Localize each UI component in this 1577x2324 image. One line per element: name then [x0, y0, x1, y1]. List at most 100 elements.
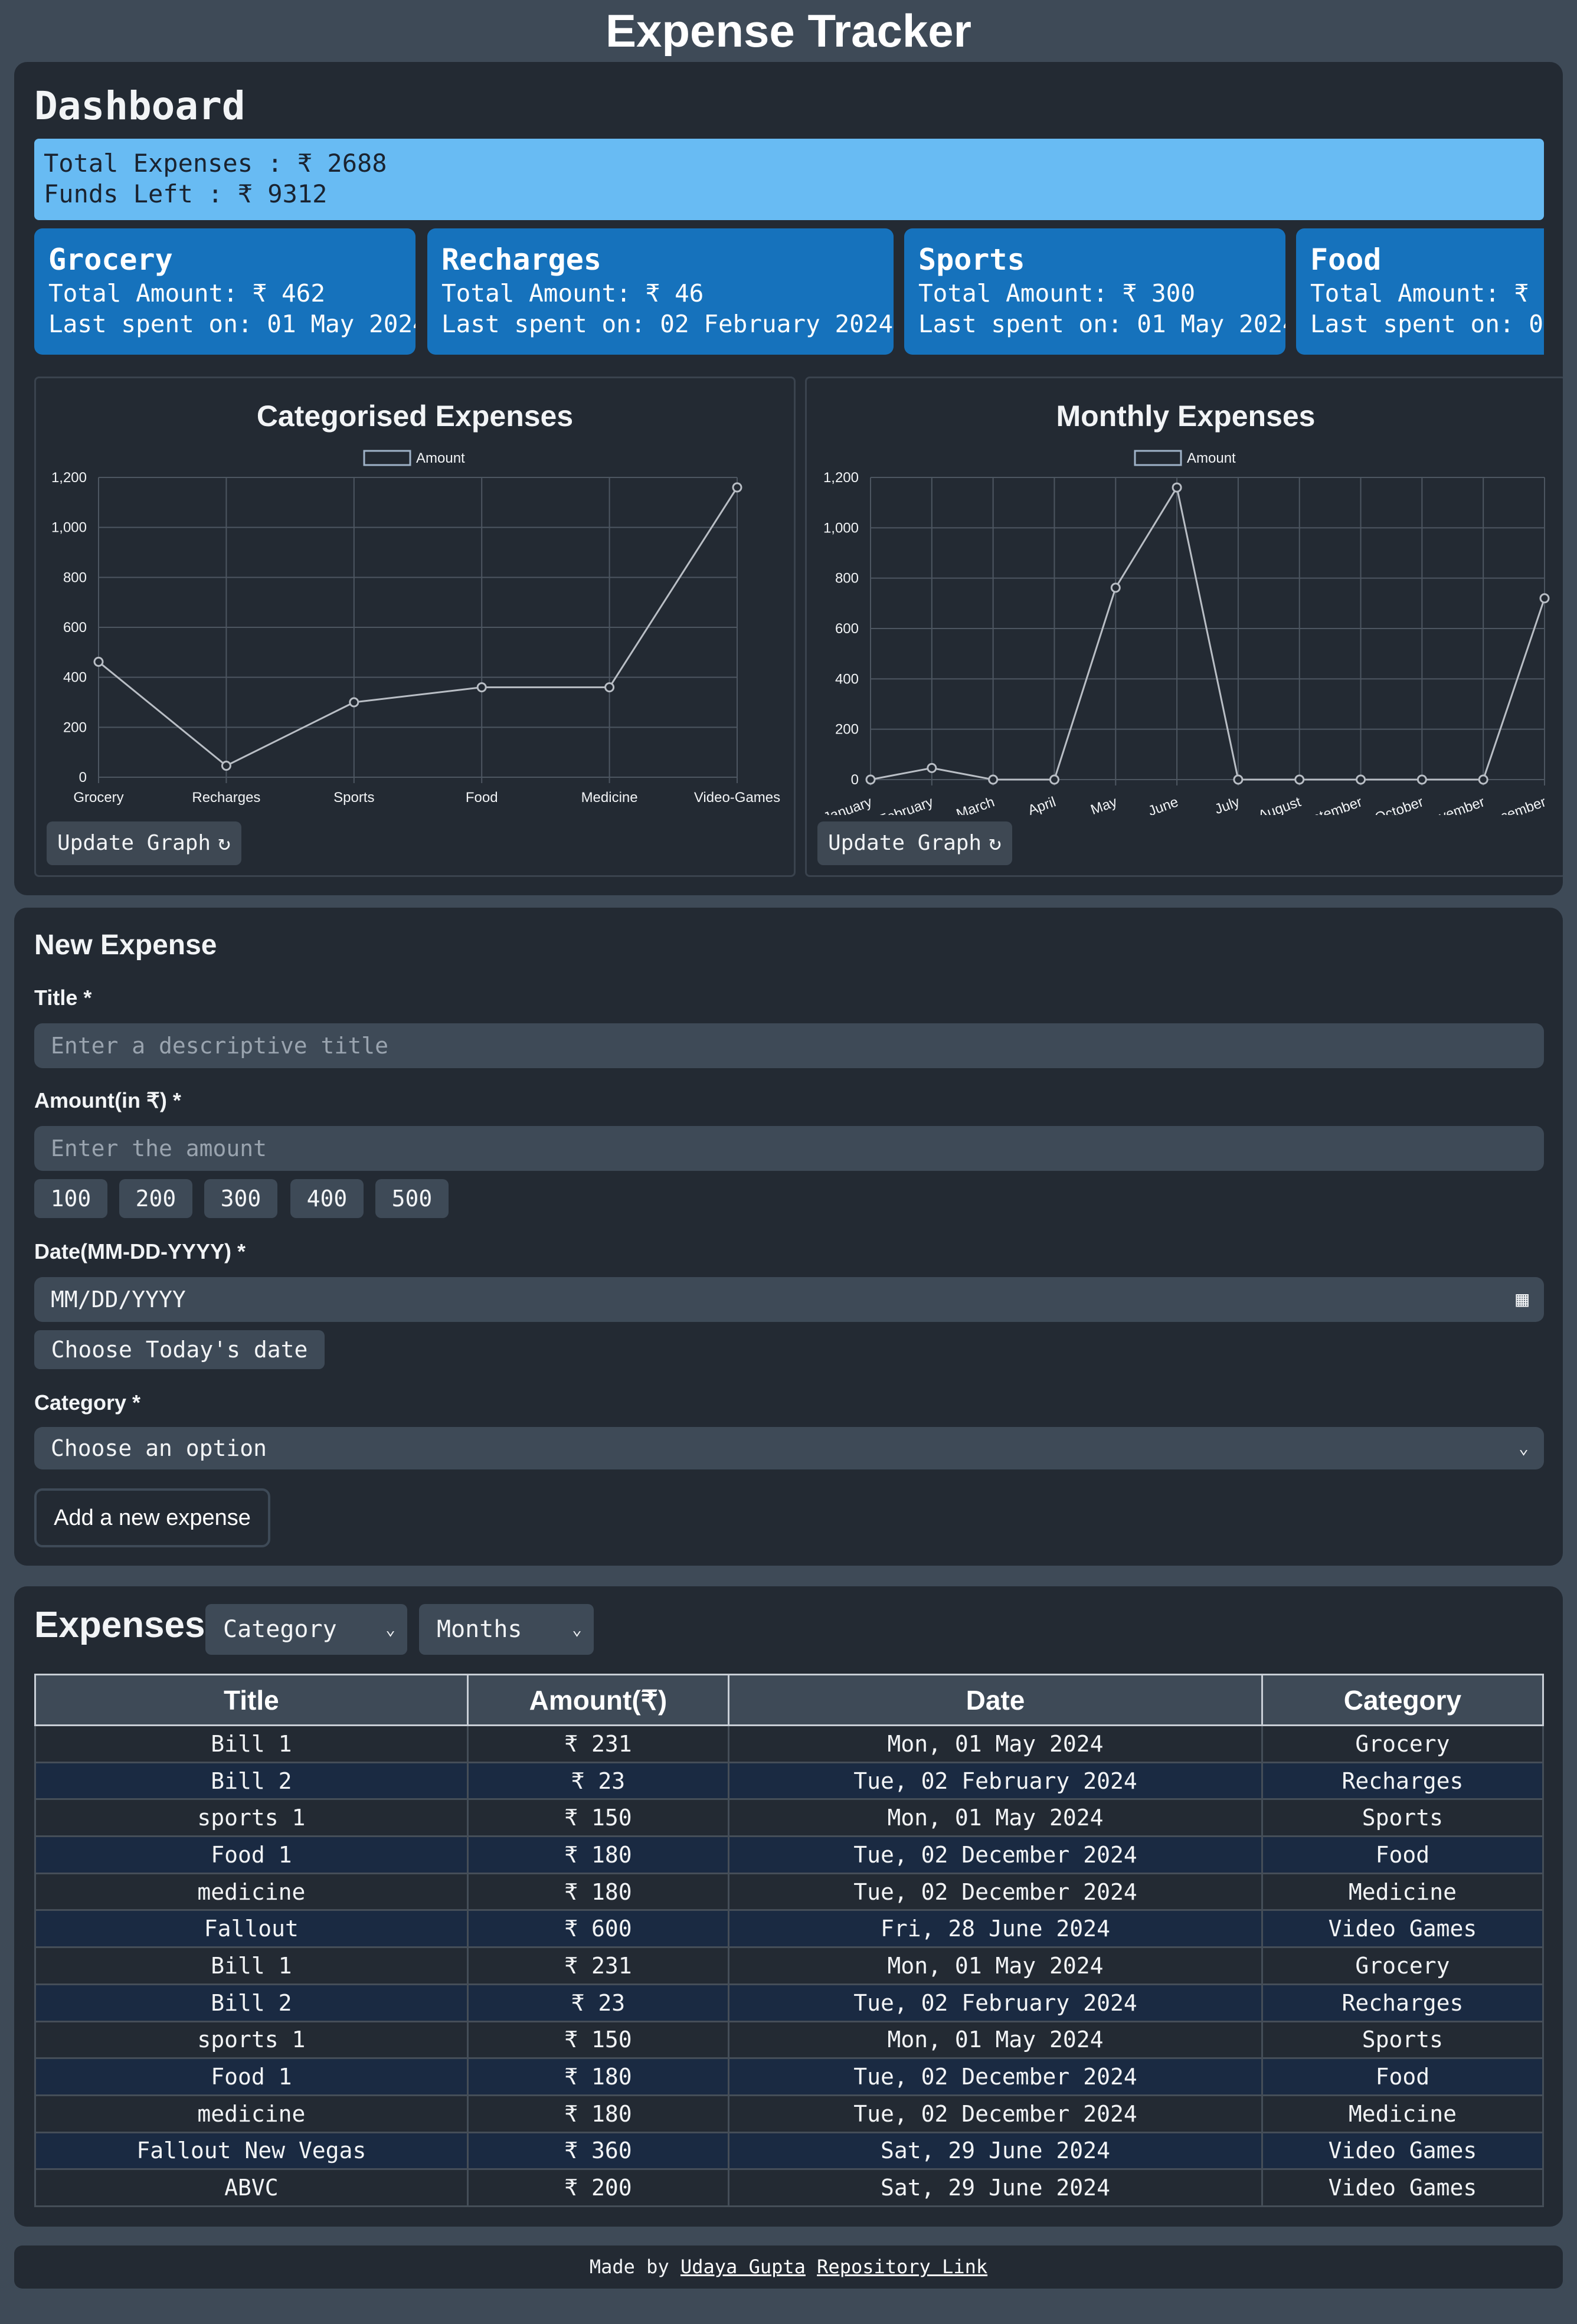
cell-amount: ₹ 231	[466, 1946, 730, 1985]
add-expense-button[interactable]: Add a new expense	[34, 1488, 270, 1547]
quick-amount-100[interactable]: 100	[34, 1179, 107, 1218]
category-select[interactable]: Choose an option ⌄	[34, 1427, 1544, 1469]
table-row: ABVC ₹ 200 Sat, 29 June 2024 Video Games	[34, 2168, 1545, 2207]
cell-amount: ₹ 360	[466, 2131, 730, 2171]
category-card-recharges: Recharges Total Amount: ₹ 46 Last spent …	[427, 228, 894, 355]
amount-label: Amount(in ₹) *	[34, 1088, 181, 1112]
y-tick-label: 400	[835, 671, 859, 687]
quick-amount-300[interactable]: 300	[204, 1179, 277, 1218]
data-point	[221, 761, 231, 771]
expenses-table: Title Amount(₹) Date Category Bill 1 ₹ 23…	[34, 1674, 1545, 2207]
cell-date: Tue, 02 February 2024	[728, 1761, 1263, 1801]
legend-swatch	[363, 450, 411, 466]
data-point	[476, 682, 487, 693]
cell-date: Mon, 01 May 2024	[728, 1724, 1263, 1763]
date-label: Date(MM-DD-YYYY) *	[34, 1239, 246, 1264]
author-link[interactable]: Udaya Gupta	[680, 2256, 806, 2278]
category-select-value: Choose an option	[51, 1435, 267, 1461]
amount-input[interactable]: Enter the amount	[34, 1126, 1544, 1171]
title-input[interactable]: Enter a descriptive title	[34, 1023, 1544, 1068]
column-header-category: Category	[1261, 1674, 1545, 1726]
data-point	[732, 482, 742, 493]
x-tick-label: Sports	[333, 790, 374, 806]
cell-title: Fallout New Vegas	[34, 2131, 469, 2171]
chevron-down-icon: ⌄	[385, 1619, 395, 1639]
cell-title: Food 1	[34, 1835, 469, 1874]
title-label: Title *	[34, 986, 92, 1010]
cell-category: Medicine	[1261, 1872, 1545, 1911]
cell-amount: ₹ 180	[466, 2057, 730, 2096]
calendar-icon[interactable]: ▦	[1516, 1277, 1529, 1322]
y-tick-label: 400	[63, 670, 87, 686]
data-point	[93, 656, 104, 667]
data-point	[865, 774, 876, 785]
x-tick-label: Video-Games	[694, 790, 780, 806]
x-tick-label: Food	[466, 790, 498, 806]
cell-amount: ₹ 600	[466, 1909, 730, 1949]
column-header-title: Title	[34, 1674, 469, 1726]
legend-swatch	[1134, 450, 1182, 466]
quick-amount-400[interactable]: 400	[290, 1179, 364, 1218]
y-tick-label: 800	[63, 569, 87, 585]
cell-amount: ₹ 23	[466, 1983, 730, 2022]
categorised-expenses-chart: Amount 0 200 400 600 800 1,000 1,200 Grocery Rech…	[51, 450, 780, 806]
date-input[interactable]: MM/DD/YYYY ▦	[34, 1277, 1544, 1322]
x-tick-label: June	[1146, 794, 1180, 815]
category-filter-select[interactable]: Category ⌄	[205, 1604, 407, 1655]
cell-date: Tue, 02 December 2024	[728, 1835, 1263, 1874]
y-tick-label: 0	[79, 770, 87, 785]
x-tick-label: November	[1420, 794, 1487, 815]
new-expense-card: New Expense Title * Enter a descriptive …	[14, 908, 1563, 1566]
category-total: Total Amount: ₹ 462	[48, 279, 325, 307]
update-graph-button[interactable]: Update Graph ↻	[817, 821, 1012, 865]
update-graph-label: Update Graph	[57, 831, 211, 855]
legend-label: Amount	[416, 450, 465, 466]
category-cards: Grocery Total Amount: ₹ 462 Last spent o…	[34, 228, 1544, 358]
quick-amount-200[interactable]: 200	[119, 1179, 192, 1218]
y-tick-label: 200	[63, 719, 87, 735]
cell-category: Food	[1261, 2057, 1545, 2096]
cell-date: Mon, 01 May 2024	[728, 1798, 1263, 1838]
months-filter-select[interactable]: Months ⌄	[419, 1604, 594, 1655]
category-last: Last spent on: 02 February 2024	[441, 310, 894, 338]
cell-date: Mon, 01 May 2024	[728, 2020, 1263, 2060]
cell-category: Grocery	[1261, 1724, 1545, 1763]
x-tick-label: September	[1294, 794, 1365, 815]
cell-amount: ₹ 23	[466, 1761, 730, 1801]
y-tick-label: 1,200	[823, 470, 859, 486]
update-graph-button[interactable]: Update Graph ↻	[47, 821, 241, 865]
chevron-down-icon: ⌄	[1519, 1438, 1529, 1458]
cell-title: medicine	[34, 2094, 469, 2133]
category-total: Total Amount: ₹ 300	[918, 279, 1195, 307]
cell-date: Tue, 02 February 2024	[728, 1983, 1263, 2022]
cell-amount: ₹ 150	[466, 2020, 730, 2060]
y-tick-label: 0	[851, 772, 859, 788]
choose-today-button[interactable]: Choose Today's date	[34, 1330, 325, 1369]
cell-title: Bill 2	[34, 1983, 469, 2022]
cell-date: Sat, 29 June 2024	[728, 2168, 1263, 2207]
x-tick-label: April	[1026, 794, 1058, 815]
category-name: Grocery	[48, 243, 173, 277]
cell-title: sports 1	[34, 1798, 469, 1838]
data-point	[1233, 774, 1244, 785]
category-card-food: Food Total Amount: ₹ 360 Last spent on: …	[1296, 228, 1544, 355]
table-row: Fallout New Vegas ₹ 360 Sat, 29 June 2024 V…	[34, 2131, 1545, 2171]
category-name: Food	[1310, 243, 1382, 277]
quick-amount-500[interactable]: 500	[375, 1179, 449, 1218]
y-tick-label: 600	[63, 620, 87, 636]
dashboard-title: Dashboard	[34, 83, 246, 129]
column-header-date: Date	[728, 1674, 1263, 1726]
total-expenses: Total Expenses : ₹ 2688	[44, 149, 387, 178]
repository-link[interactable]: Repository Link	[817, 2256, 987, 2278]
cell-title: medicine	[34, 1872, 469, 1911]
table-row: medicine ₹ 180 Tue, 02 December 2024 Medici…	[34, 2094, 1545, 2133]
cell-amount: ₹ 150	[466, 1798, 730, 1838]
footer-made-by: Made by	[589, 2256, 669, 2278]
x-tick-label: December	[1481, 794, 1548, 815]
table-header-row: Title Amount(₹) Date Category	[34, 1674, 1545, 1726]
cell-category: Video Games	[1261, 1909, 1545, 1949]
x-tick-label: July	[1213, 794, 1242, 815]
monthly-chart-panel: Monthly Expenses Amount 0 200 400 600 800 1,00…	[805, 377, 1563, 877]
category-total: Total Amount: ₹ 360	[1310, 279, 1544, 307]
update-graph-label: Update Graph	[828, 831, 982, 855]
